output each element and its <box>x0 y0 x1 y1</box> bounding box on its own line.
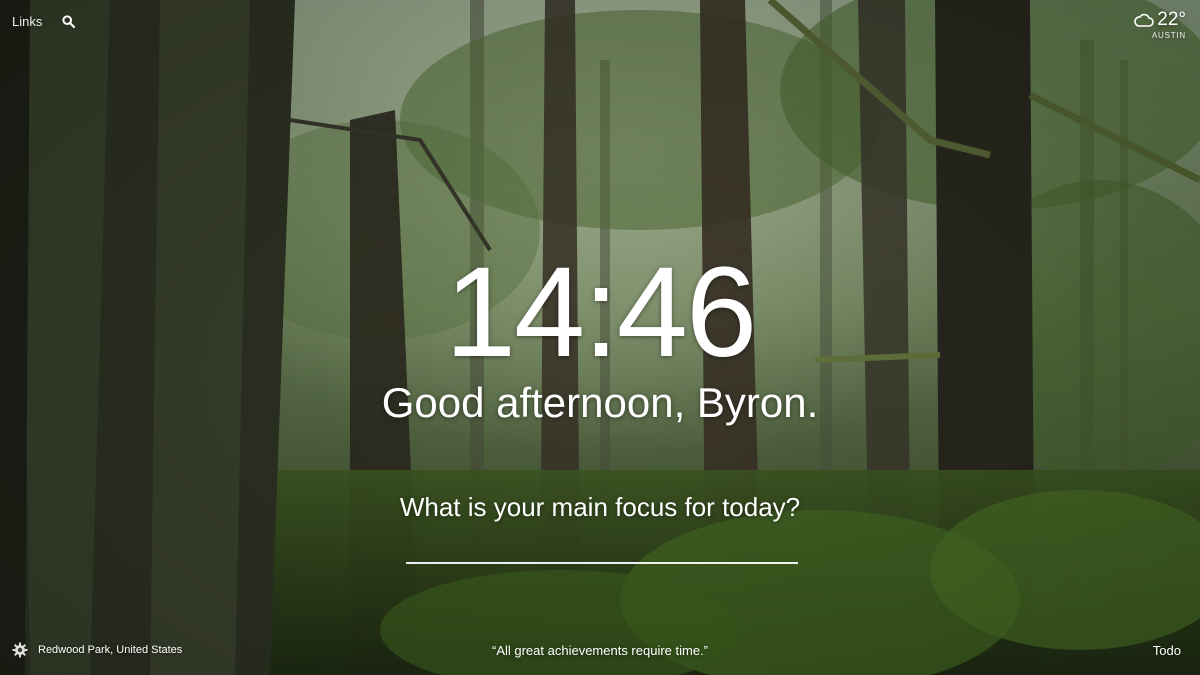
daily-quote[interactable]: “All great achievements require time.” <box>0 643 1200 658</box>
focus-question: What is your main focus for today? <box>399 492 801 522</box>
clock-time: 14:46 <box>444 241 757 384</box>
todo-button[interactable]: Todo <box>1153 643 1181 658</box>
focus-input[interactable] <box>406 530 798 564</box>
greeting-text: Good afternoon, Byron. <box>381 379 819 426</box>
center-content: 14:46 Good afternoon, Byron. What is you… <box>0 0 1200 675</box>
dashboard-stage: Links 22° AUSTIN 14:46 Good afternoon, B… <box>0 0 1200 675</box>
